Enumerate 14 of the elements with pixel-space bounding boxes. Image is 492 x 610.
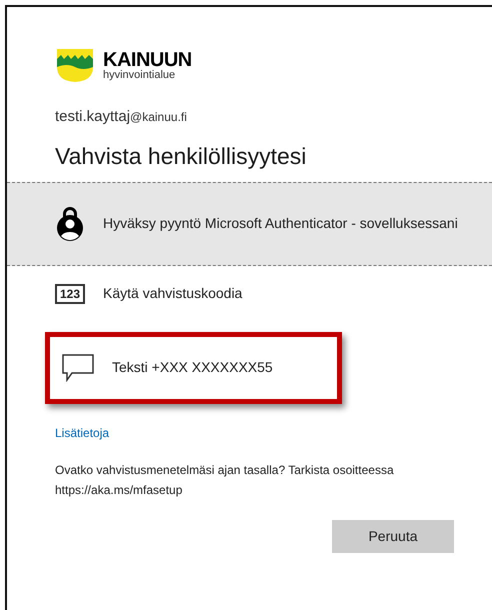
verification-option[interactable]: Hyväksy pyyntö Microsoft Authenticator - sovelluksessani bbox=[7, 182, 492, 266]
verification-option[interactable]: Teksti +XXX XXXXXXX55 bbox=[45, 332, 342, 404]
lock-person-icon bbox=[55, 206, 85, 242]
logo-name: KAINUUN bbox=[103, 50, 192, 70]
logo-icon bbox=[55, 47, 95, 83]
code-icon: 123 bbox=[55, 284, 86, 304]
account-email: testi.kayttaj@kainuu.fi bbox=[54, 107, 188, 127]
cancel-button[interactable]: Peruuta bbox=[332, 520, 454, 552]
speech-bubble-icon bbox=[62, 354, 94, 382]
page-title: Vahvista henkilöllisyytesi bbox=[54, 142, 308, 171]
notice-text: Ovatko vahvistusmenetelmäsi ajan tasalla? Tarkista osoitteessa https://aka.ms/mfasetup bbox=[55, 462, 395, 498]
logo-subtitle: hyvinvointialue bbox=[103, 70, 176, 80]
more-info-link[interactable]: Lisätietoja bbox=[55, 424, 110, 442]
verification-option[interactable]: 123 Käytä vahvistuskoodia bbox=[7, 266, 492, 322]
